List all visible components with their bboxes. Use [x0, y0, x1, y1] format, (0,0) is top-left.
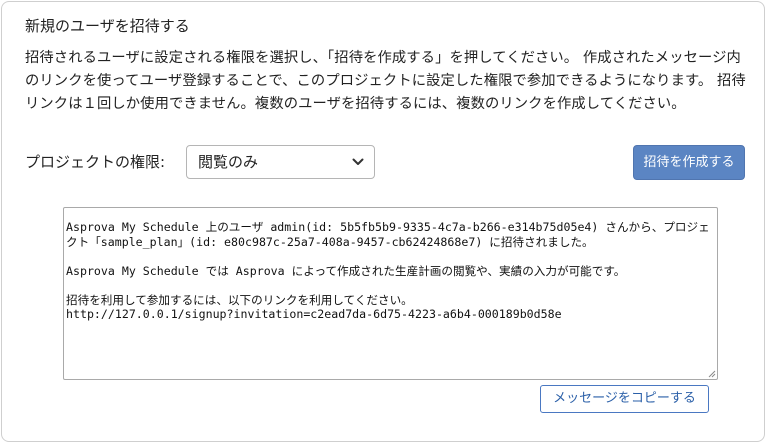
chevron-down-icon [352, 158, 364, 165]
invitation-message-text: Asprova My Schedule 上のユーザ admin(id: 5b5f… [66, 220, 710, 321]
permission-label: プロジェクトの権限: [25, 153, 166, 171]
permission-select[interactable]: 閲覧のみ [186, 145, 375, 179]
dialog-title: 新規のユーザを招待する [25, 17, 190, 35]
invite-user-dialog: 新規のユーザを招待する 招待されるユーザに設定される権限を選択し、「招待を作成す… [1, 1, 765, 442]
create-invitation-button[interactable]: 招待を作成する [633, 145, 745, 180]
permission-select-value: 閲覧のみ [198, 153, 259, 171]
copy-message-button[interactable]: メッセージをコピーする [540, 385, 709, 413]
invitation-message-textarea[interactable]: Asprova My Schedule 上のユーザ admin(id: 5b5f… [63, 207, 718, 380]
dialog-description: 招待されるユーザに設定される権限を選択し、「招待を作成する」を押してください。 … [25, 50, 746, 112]
resize-grip-icon[interactable] [708, 370, 716, 378]
